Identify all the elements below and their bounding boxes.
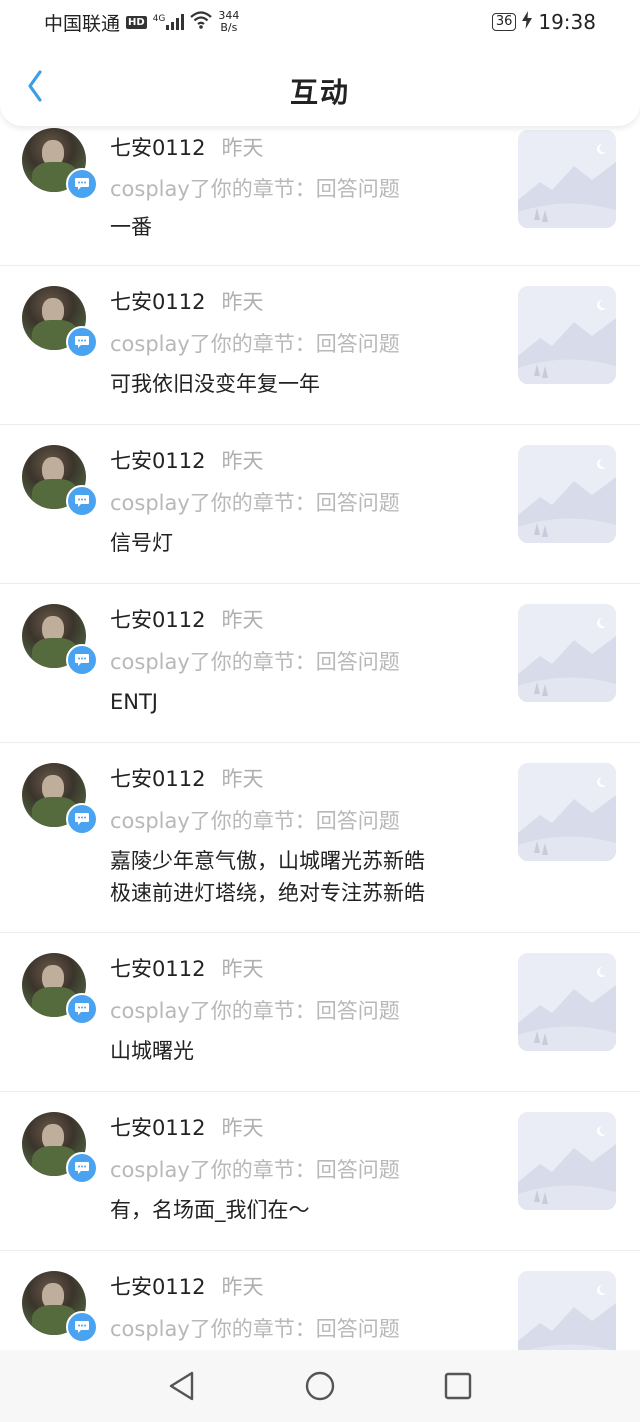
clock: 19:38 bbox=[538, 10, 596, 34]
username[interactable]: 七安0112 bbox=[110, 132, 205, 162]
carrier-label: 中国联通 bbox=[44, 12, 121, 35]
status-bar: 中国联通 HD 4G 344 B/s 36 19:38 bbox=[0, 0, 640, 44]
chapter-thumbnail[interactable] bbox=[518, 130, 616, 228]
timestamp: 昨天 bbox=[221, 136, 264, 160]
placeholder-image-icon bbox=[518, 604, 616, 702]
action-text: cosplay了你的章节：回答问题 bbox=[110, 650, 400, 674]
chapter-thumbnail[interactable] bbox=[518, 1112, 616, 1210]
square-recents-icon bbox=[444, 1372, 472, 1400]
avatar[interactable] bbox=[22, 128, 98, 200]
timestamp: 昨天 bbox=[221, 1275, 264, 1299]
username[interactable]: 七安0112 bbox=[110, 763, 205, 793]
placeholder-image-icon bbox=[518, 953, 616, 1051]
avatar[interactable] bbox=[22, 953, 98, 1025]
timestamp: 昨天 bbox=[221, 957, 264, 981]
wifi-icon bbox=[190, 10, 213, 34]
list-item[interactable]: 七安0112 昨天 cosplay了你的章节：回答问题 有，名场面_我们在～ bbox=[0, 1092, 640, 1251]
list-item[interactable]: 七安0112 昨天 cosplay了你的章节：回答问题 ENTJ bbox=[0, 584, 640, 743]
reply-content: 嘉陵少年意气傲，山城曙光苏新皓 极速前进灯塔绕，绝对专注苏新皓 bbox=[110, 849, 425, 905]
page-title: 互动 bbox=[289, 76, 350, 109]
comment-icon bbox=[66, 168, 98, 200]
comment-icon bbox=[66, 644, 98, 676]
timestamp: 昨天 bbox=[221, 1116, 264, 1140]
placeholder-image-icon bbox=[518, 286, 616, 384]
avatar[interactable] bbox=[22, 1112, 98, 1184]
avatar[interactable] bbox=[22, 604, 98, 676]
list-item[interactable]: 七安0112 昨天 cosplay了你的章节：回答问题 嘉陵少年意气傲，山城曙光苏… bbox=[0, 743, 640, 933]
list-item[interactable]: 七安0112 昨天 cosplay了你的章节：回答问题 一番 bbox=[0, 110, 640, 266]
nav-recents-button[interactable] bbox=[441, 1369, 475, 1403]
charging-icon bbox=[522, 10, 533, 34]
username[interactable]: 七安0112 bbox=[110, 953, 205, 983]
signal-icon: 4G bbox=[153, 14, 185, 30]
reply-content: 山城曙光 bbox=[110, 1039, 194, 1063]
avatar[interactable] bbox=[22, 445, 98, 517]
username[interactable]: 七安0112 bbox=[110, 604, 205, 634]
reply-content: 信号灯 bbox=[110, 531, 173, 555]
reply-content: 有，名场面_我们在～ bbox=[110, 1198, 310, 1222]
placeholder-image-icon bbox=[518, 1112, 616, 1210]
triangle-back-icon bbox=[169, 1371, 194, 1401]
network-type: 4G bbox=[152, 14, 166, 24]
avatar[interactable] bbox=[22, 286, 98, 358]
comment-icon bbox=[66, 803, 98, 835]
username[interactable]: 七安0112 bbox=[110, 286, 205, 316]
circle-home-icon bbox=[305, 1371, 335, 1401]
placeholder-image-icon bbox=[518, 130, 616, 228]
comment-icon bbox=[66, 326, 98, 358]
comment-icon bbox=[66, 1152, 98, 1184]
placeholder-image-icon bbox=[518, 445, 616, 543]
chapter-thumbnail[interactable] bbox=[518, 604, 616, 702]
username[interactable]: 七安0112 bbox=[110, 1271, 205, 1301]
speed-unit: B/s bbox=[220, 21, 238, 34]
avatar[interactable] bbox=[22, 763, 98, 835]
header: 互动 bbox=[0, 44, 640, 126]
chapter-thumbnail[interactable] bbox=[518, 763, 616, 861]
system-nav-bar bbox=[0, 1350, 640, 1422]
nav-back-button[interactable] bbox=[165, 1369, 199, 1403]
action-text: cosplay了你的章节：回答问题 bbox=[110, 332, 400, 356]
battery-icon: 36 bbox=[491, 13, 517, 31]
comment-icon bbox=[66, 993, 98, 1025]
chapter-thumbnail[interactable] bbox=[518, 953, 616, 1051]
hd-icon: HD bbox=[126, 15, 147, 29]
network-speed: 344 B/s bbox=[218, 10, 239, 34]
list-item[interactable]: 七安0112 昨天 cosplay了你的章节：回答问题 信号灯 bbox=[0, 425, 640, 584]
timestamp: 昨天 bbox=[221, 290, 264, 314]
action-text: cosplay了你的章节：回答问题 bbox=[110, 809, 400, 833]
battery-level: 36 bbox=[495, 14, 513, 29]
timestamp: 昨天 bbox=[221, 449, 264, 473]
nav-home-button[interactable] bbox=[303, 1369, 337, 1403]
comment-icon bbox=[66, 485, 98, 517]
comment-icon bbox=[66, 1311, 98, 1343]
reply-content: 可我依旧没变年复一年 bbox=[110, 372, 320, 396]
action-text: cosplay了你的章节：回答问题 bbox=[110, 1317, 400, 1341]
username[interactable]: 七安0112 bbox=[110, 445, 205, 475]
interaction-list: 七安0112 昨天 cosplay了你的章节：回答问题 一番 七安0112 昨天 c… bbox=[0, 112, 640, 1410]
timestamp: 昨天 bbox=[221, 608, 264, 632]
chapter-thumbnail[interactable] bbox=[518, 286, 616, 384]
action-text: cosplay了你的章节：回答问题 bbox=[110, 1158, 400, 1182]
timestamp: 昨天 bbox=[221, 767, 264, 791]
action-text: cosplay了你的章节：回答问题 bbox=[110, 177, 400, 201]
chapter-thumbnail[interactable] bbox=[518, 445, 616, 543]
avatar[interactable] bbox=[22, 1271, 98, 1343]
reply-content: ENTJ bbox=[110, 690, 158, 714]
list-item[interactable]: 七安0112 昨天 cosplay了你的章节：回答问题 山城曙光 bbox=[0, 933, 640, 1092]
action-text: cosplay了你的章节：回答问题 bbox=[110, 999, 400, 1023]
placeholder-image-icon bbox=[518, 763, 616, 861]
reply-content: 一番 bbox=[110, 215, 152, 239]
list-item[interactable]: 七安0112 昨天 cosplay了你的章节：回答问题 可我依旧没变年复一年 bbox=[0, 266, 640, 425]
username[interactable]: 七安0112 bbox=[110, 1112, 205, 1142]
action-text: cosplay了你的章节：回答问题 bbox=[110, 491, 400, 515]
